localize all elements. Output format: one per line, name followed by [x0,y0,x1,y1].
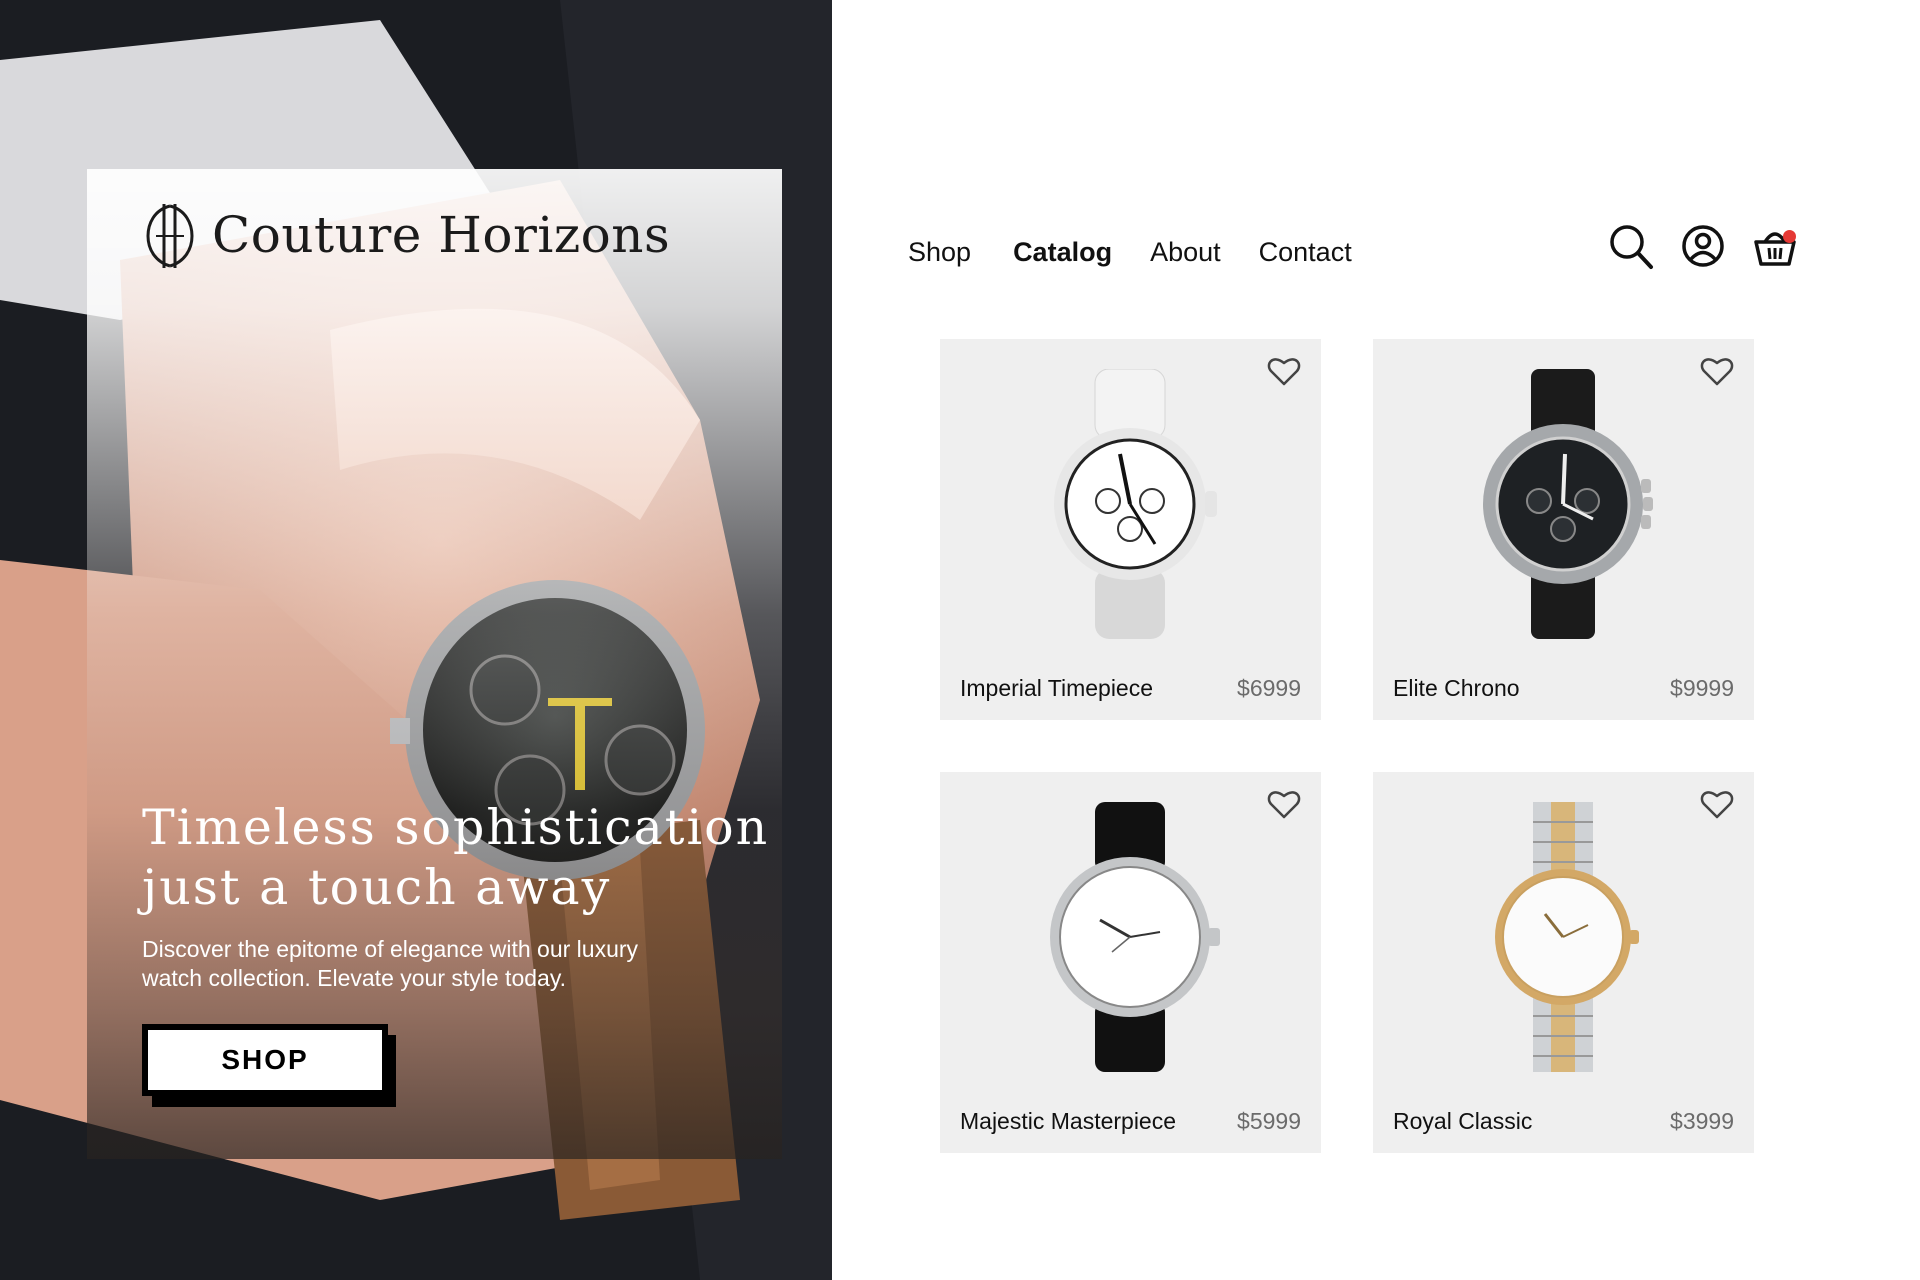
heart-icon[interactable] [1267,355,1301,387]
product-price: $5999 [1237,1108,1301,1134]
product-name: Royal Classic [1393,1108,1533,1134]
product-image-black-chronograph [1483,369,1653,639]
hero-title: Timeless sophistication just a touch awa… [142,798,782,918]
hero-subtitle: Discover the epitome of elegance with ou… [142,936,639,991]
product-price: $6999 [1237,675,1301,701]
user-account-icon [1682,225,1724,267]
shop-button[interactable]: SHOP [142,1024,388,1096]
heart-icon[interactable] [1700,355,1734,387]
brand-monogram-icon [146,204,194,268]
product-name: Majestic Masterpiece [960,1108,1177,1134]
account-button[interactable] [1680,222,1726,270]
product-card-royal-classic[interactable]: Royal Classic $3999 [1373,772,1754,1153]
hero-section: Couture Horizons Timeless sophistication… [0,0,832,1280]
product-card-imperial-timepiece[interactable]: Imperial Timepiece $6999 [940,339,1321,720]
product-name: Imperial Timepiece [960,675,1154,701]
heart-icon[interactable] [1700,788,1734,820]
hero-title-line-1: Timeless sophistication [142,799,770,856]
heart-icon[interactable] [1267,788,1301,820]
product-card-elite-chrono[interactable]: Elite Chrono $9999 [1373,339,1754,720]
hero-title-line-2: just a touch away [142,859,612,916]
product-price: $3999 [1670,1108,1734,1134]
main-navigation: Shop Catalog About Contact [908,230,1390,274]
product-price: $9999 [1670,675,1734,701]
header-actions [1608,222,1798,270]
product-card-majestic-masterpiece[interactable]: Majestic Masterpiece $5999 [940,772,1321,1153]
search-icon [1610,225,1653,269]
search-button[interactable] [1608,222,1654,270]
nav-item-contact[interactable]: Contact [1259,237,1352,268]
nav-item-catalog[interactable]: Catalog [1013,237,1112,268]
nav-item-about[interactable]: About [1150,237,1221,268]
cart-button[interactable] [1752,222,1798,270]
nav-item-shop[interactable]: Shop [908,237,971,268]
cart-badge [1783,230,1796,243]
brand-name: Couture Horizons [212,206,671,264]
brand-logo[interactable]: Couture Horizons [142,200,670,270]
product-name: Elite Chrono [1393,675,1520,701]
shopping-basket-icon [1754,232,1796,266]
hero-overlay-panel [87,169,782,1159]
product-image-white-dial-watch [1050,802,1220,1072]
product-image-two-tone-watch [1495,802,1639,1072]
product-image-white-chronograph [1054,369,1217,639]
